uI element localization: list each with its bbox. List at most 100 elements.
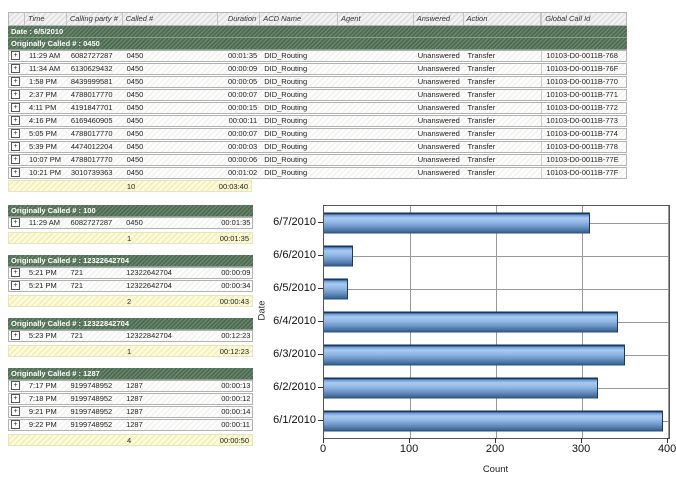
summary-count: 1 [123,346,219,356]
gridline [324,289,669,290]
expand-icon[interactable]: + [11,142,20,151]
col-called[interactable]: Called # [123,13,219,25]
cell-calling: 4191847701 [67,103,123,113]
cell-called: 0450 [123,64,219,74]
y-tick-label: 6/1/2010 [250,413,316,427]
col-calling-party[interactable]: Calling party # [67,13,123,25]
cell-calling: 6082727287 [67,218,123,228]
summary-spacer [9,435,123,445]
cell-ans: Unanswered [414,90,464,100]
cell-calling: 4474012204 [67,142,123,152]
expand-icon[interactable]: + [11,116,20,125]
cell-calling: 6169460905 [67,116,123,126]
y-tick [318,321,323,322]
table-row: +5:39 PM4474012204045000:00:03DID_Routin… [8,141,627,153]
cell-dur: 00:01:35 [218,51,260,61]
cell-gid: 10103-D0-0011B-778 [541,142,626,152]
cell-acd: DID_Routing [260,77,338,87]
cell-acd: DID_Routing [260,116,338,126]
cell-time: 5:05 PM [25,129,67,139]
group-table-12322642704: Originally Called # : 12322642704 +5:21 … [8,255,253,307]
group-summary-row: 1 00:12:23 [8,345,253,357]
expand-cell: + [9,407,25,417]
summary-duration: 00:00:43 [219,296,252,306]
col-time[interactable]: Time [25,13,67,25]
cell-agent [338,64,414,74]
cell-called: 0450 [123,116,219,126]
expand-icon[interactable]: + [11,407,20,416]
col-agent[interactable]: Agent [338,13,414,25]
col-global-call-id[interactable]: Global Call Id [541,13,626,25]
group-table-100: Originally Called # : 100 +11:29 AM60827… [8,205,253,244]
cell-agent [338,77,414,87]
cell-act: Transfer [464,116,542,126]
cell-acd: DID_Routing [260,155,338,165]
cell-dur: 00:01:35 [217,218,252,228]
expand-icon[interactable]: + [11,129,20,138]
cell-agent [338,116,414,126]
group-rows: +5:21 PM7211232264270400:00:09+5:21 PM72… [8,267,253,292]
col-action[interactable]: Action [464,13,542,25]
y-tick [318,354,323,355]
table-row: +9:22 PM9199748952128700:00:11 [8,419,253,431]
group-summary-row: 10 00:03:40 [8,180,252,192]
summary-duration: 00:03:40 [219,181,251,191]
cell-gid: 10103-D0-0011B-770 [541,77,626,87]
expand-icon[interactable]: + [11,381,20,390]
call-report-screen: Time Calling party # Called # Duration A… [0,0,676,485]
expand-icon[interactable]: + [11,77,20,86]
expand-icon[interactable]: + [11,51,20,60]
cell-agent [338,168,414,178]
group-table-12322842704: Originally Called # : 12322842704 +5:23 … [8,318,253,357]
expand-cell: + [9,77,25,87]
cell-acd: DID_Routing [260,51,338,61]
summary-duration: 00:00:50 [219,435,252,445]
x-tick-label: 300 [561,443,601,455]
expand-cell: + [9,268,25,278]
cell-act: Transfer [464,64,542,74]
expand-icon[interactable]: + [11,218,20,227]
col-answered[interactable]: Answered [414,13,464,25]
cell-called: 0450 [123,90,219,100]
table-row: +5:21 PM7211232264270400:00:09 [8,267,253,279]
y-tick [318,387,323,388]
expand-cell: + [9,51,25,61]
group-rows: +11:29 AM6082727287045000:01:35 [8,217,253,229]
cell-acd: DID_Routing [260,103,338,113]
cell-agent [338,51,414,61]
cell-calling: 721 [67,331,123,341]
bar-6-6-2010 [324,245,353,266]
cell-acd: DID_Routing [260,64,338,74]
expand-cell: + [9,168,25,178]
summary-count: 4 [123,435,219,445]
y-tick [318,222,323,223]
expand-icon[interactable]: + [11,420,20,429]
cell-dur: 00:00:06 [218,155,260,165]
col-duration[interactable]: Duration [218,13,260,25]
col-acd-name[interactable]: ACD Name [260,13,338,25]
x-axis-title: Count [323,464,668,475]
summary-duration: 00:01:35 [219,233,252,243]
cell-calling: 9199748952 [67,394,123,404]
expand-icon[interactable]: + [11,155,20,164]
cell-gid: 10103-D0-0011B-77E [541,155,626,165]
group-header: Originally Called # : 12322642704 [8,255,253,267]
summary-duration: 00:12:23 [219,346,252,356]
summary-spacer [9,233,123,243]
expand-icon[interactable]: + [11,394,20,403]
expand-icon[interactable]: + [11,90,20,99]
expand-icon[interactable]: + [11,281,20,290]
expand-icon[interactable]: + [11,331,20,340]
cell-ans: Unanswered [414,142,464,152]
expand-icon[interactable]: + [11,64,20,73]
cell-agent [338,103,414,113]
expand-cell: + [9,129,25,139]
expand-icon[interactable]: + [11,268,20,277]
bar-6-1-2010 [324,411,663,432]
expand-icon[interactable]: + [11,168,20,177]
expand-icon[interactable]: + [11,103,20,112]
cell-act: Transfer [464,90,542,100]
cell-time: 10:07 PM [25,155,67,165]
table-row: +9:21 PM9199748952128700:00:14 [8,406,253,418]
cell-calling: 9199748952 [67,420,123,430]
